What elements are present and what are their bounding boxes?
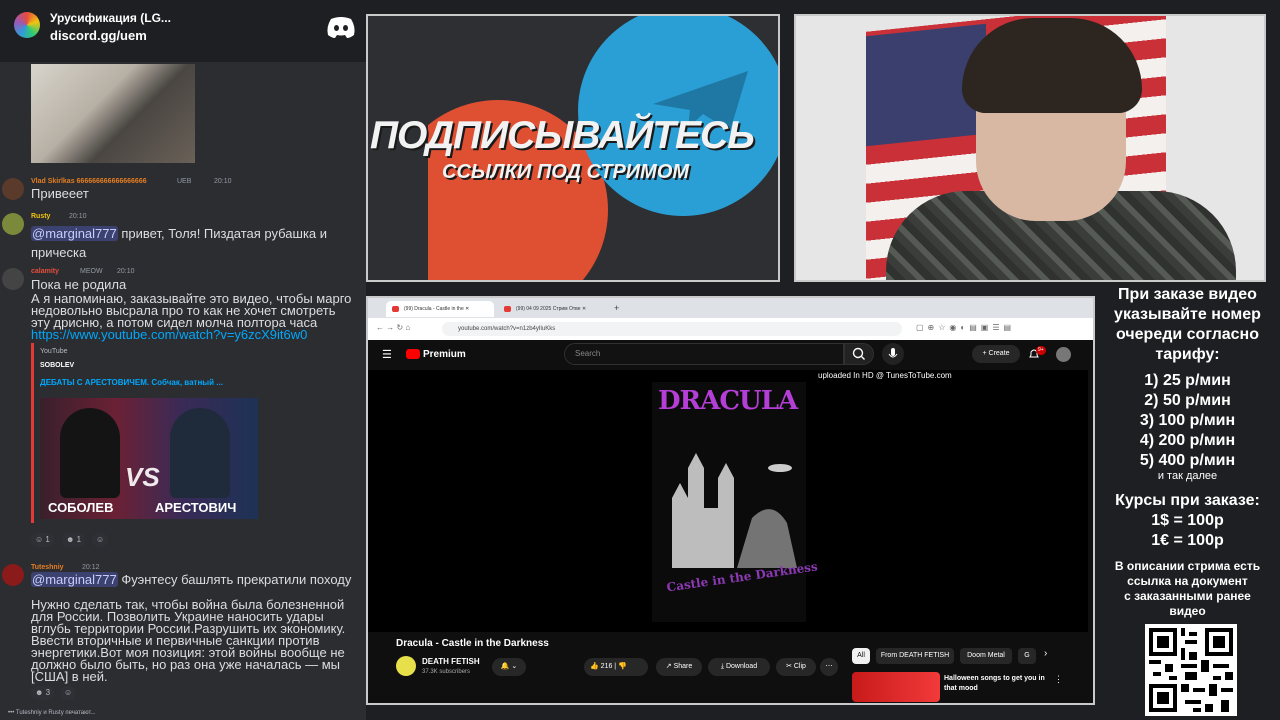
reaction[interactable]: ☻ 1 (62, 533, 86, 547)
message-time: 20:12 (82, 564, 100, 571)
message-link[interactable]: https://www.youtube.com/watch?v=y6zcX9it… (31, 328, 307, 342)
webcam-feed (794, 14, 1266, 282)
menu-icon[interactable]: ☰ (382, 348, 392, 361)
thumbnail-person (60, 408, 120, 498)
avatar[interactable] (2, 213, 24, 235)
account-avatar[interactable] (1056, 347, 1071, 362)
thumbnail-label-left: СОБОЛЕВ (48, 500, 114, 515)
message-username[interactable]: Tuteshniy (31, 564, 64, 571)
like-button[interactable]: 👍 216 | 👎 (584, 658, 648, 676)
thumbnail-label-right: АРЕСТОВИЧ (155, 500, 237, 515)
tariff-etc: и так далее (1157, 470, 1218, 482)
doc-note: В описании стрима есть ссылка на докумен… (1114, 559, 1261, 618)
recommended-thumbnail[interactable] (852, 672, 940, 702)
message-time: 20:10 (117, 268, 135, 275)
message-text: [США] в ней. (31, 669, 108, 684)
more-actions-button[interactable]: ⋯ (820, 658, 838, 676)
message-time: 20:10 (69, 213, 87, 220)
embed-author[interactable]: SOBOLEV (40, 362, 74, 369)
embed-source: YouTube (40, 348, 68, 355)
embed-photo[interactable] (31, 64, 195, 163)
server-name: Урусификация (LG... (50, 11, 171, 25)
search-icon (852, 347, 865, 360)
video-overlay-text: uploaded In HD @ TunesToTube.com (818, 371, 952, 380)
mention[interactable]: @marginal777 (31, 572, 118, 587)
extension-icons[interactable]: ▢⊕☆◉◐▤▣☰▤ (916, 323, 1015, 332)
add-reaction-icon[interactable]: ☺ (60, 686, 77, 700)
youtube-premium-label[interactable]: Premium (423, 349, 466, 360)
subscriber-count: 37.3K subscribers (422, 669, 471, 675)
embed-title[interactable]: ДЕБАТЫ С АРЕСТОВИЧЕМ. Собчак, ватный ... (40, 378, 223, 387)
message-text: Привееет (31, 186, 89, 201)
typing-indicator: ••• Tuteshniy и Rusty печатают... (8, 710, 96, 716)
browser-window: (99) Dracula - Castle in the ✕ (99) 04 0… (366, 296, 1095, 705)
notification-badge: 9+ (1036, 346, 1046, 355)
subscribe-banner: ПОДПИСЫВАЙТЕСЬ ССЫЛКИ ПОД СТРИМОМ (366, 14, 780, 282)
mention[interactable]: @marginal777 (31, 226, 118, 241)
message-text: Пока не родила (31, 277, 127, 292)
thumbnail-vs: VS (125, 462, 160, 492)
browser-tab[interactable]: (99) 04 09 2025 Стрим Отве ✕ (498, 301, 606, 317)
youtube-logo-icon[interactable] (406, 349, 420, 359)
banner-title: ПОДПИСЫВАЙТЕСЬ (370, 114, 755, 157)
chat-panel: Урусификация (LG... discord.gg/uem Vlad … (0, 0, 366, 720)
discord-icon (327, 17, 355, 38)
create-button[interactable]: + Create (972, 345, 1020, 363)
channel-avatar[interactable] (396, 656, 416, 676)
tariff-list: 1) 25 р/мин 2) 50 р/мин 3) 100 р/мин 4) … (1139, 372, 1236, 469)
clip-button[interactable]: ✂ Clip (776, 658, 816, 676)
channel-name[interactable]: DEATH FETISH (422, 657, 480, 666)
voice-search-button[interactable] (882, 343, 904, 365)
chat-header: Урусификация (LG... discord.gg/uem (0, 0, 366, 62)
url-field[interactable]: youtube.com/watch?v=n1zb4yIluKks (442, 322, 902, 336)
badge-meow: MEOW (80, 268, 103, 275)
search-input[interactable]: Search (564, 343, 844, 365)
add-reaction-icon[interactable]: ☺ (92, 533, 109, 547)
video-title: Dracula - Castle in the Darkness (396, 638, 549, 649)
nav-icons[interactable]: ← → ↻ ⌂ (376, 323, 410, 332)
chip-more[interactable]: G (1018, 648, 1036, 664)
new-tab-icon[interactable]: + (614, 303, 619, 313)
message-text: @marginal777 привет, Толя! Пиздатая руба… (31, 224, 351, 262)
message-text: @marginal777 Фуэнтесу башлять прекратили… (31, 572, 352, 587)
message-username[interactable]: Vlad Skirlkas 666666666666666666 (31, 178, 147, 185)
badge-ueb: UEB (177, 178, 192, 185)
chip-all[interactable]: All (852, 648, 870, 664)
qr-code-icon (1145, 624, 1237, 716)
chip-from-channel[interactable]: From DEATH FETISH (876, 648, 954, 664)
order-instructions: При заказе видео указывайте номер очеред… (1114, 286, 1261, 363)
search-button[interactable] (844, 343, 874, 365)
subscribe-bell-button[interactable]: 🔔 ⌄ (492, 658, 526, 676)
download-button[interactable]: ⤓ Download (708, 658, 770, 676)
avatar[interactable] (2, 564, 24, 586)
message-username[interactable]: calamity (31, 268, 59, 275)
cover-title: DRACULA (658, 386, 798, 416)
reaction[interactable]: ☻ 3 (31, 686, 55, 700)
reaction[interactable]: ☺ 1 (31, 533, 54, 547)
browser-tab[interactable]: (99) Dracula - Castle in the ✕ (386, 301, 494, 317)
avatar[interactable] (2, 268, 24, 290)
mic-icon (888, 348, 898, 358)
castle-artwork (662, 428, 802, 568)
rates: Курсы при заказе: 1$ = 100р 1€ = 100р (1115, 492, 1260, 549)
recommended-title[interactable]: Halloween songs to get you in that mood (944, 674, 1054, 694)
banner-subtitle: ССЫЛКИ ПОД СТРИМОМ (442, 161, 690, 183)
server-invite[interactable]: discord.gg/uem (50, 28, 147, 43)
message-username[interactable]: Rusty (31, 213, 50, 220)
thumbnail-person (170, 408, 230, 498)
message-body: Фуэнтесу башлять прекратили походу (121, 572, 352, 587)
chip-doom-metal[interactable]: Doom Metal (960, 648, 1012, 664)
share-button[interactable]: ↗ Share (656, 658, 702, 676)
chevron-right-icon[interactable]: › (1044, 648, 1047, 659)
more-icon[interactable]: ⋮ (1054, 674, 1063, 685)
avatar[interactable] (2, 178, 24, 200)
server-icon[interactable] (14, 12, 40, 38)
message-time: 20:10 (214, 178, 232, 185)
